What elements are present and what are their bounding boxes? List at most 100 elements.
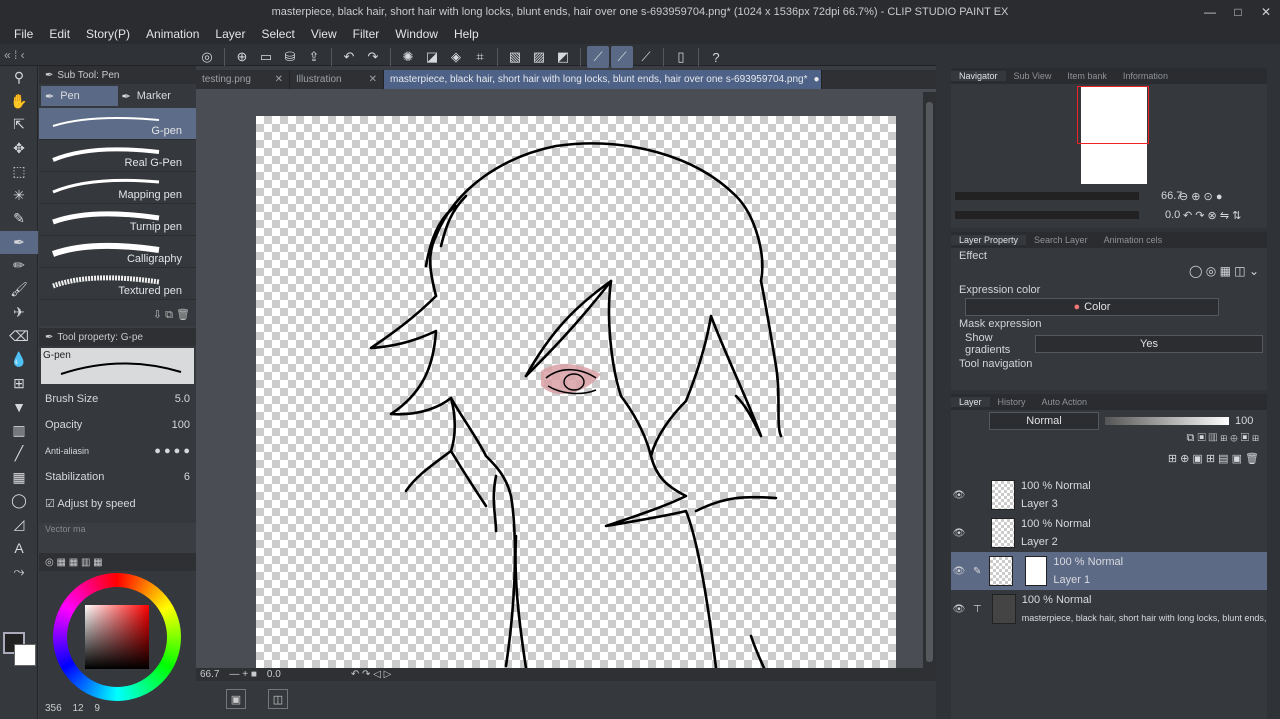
canvas[interactable] (256, 116, 896, 668)
eyedropper-icon[interactable]: ✎ (0, 207, 38, 231)
hue-ring[interactable] (53, 573, 181, 701)
tab-navigator[interactable]: Navigator (951, 71, 1006, 81)
frame-icon[interactable]: ▦ (0, 466, 38, 490)
pen-item-textured-pen[interactable]: Textured pen (39, 268, 196, 300)
layer-tool-row[interactable]: ⧉ ▣ ▥ ⊞ ⊕ ▣ ⊞ (951, 432, 1267, 452)
help-icon[interactable]: ? (705, 46, 727, 68)
reference-icon[interactable]: ◫ (268, 689, 288, 709)
companion-icon[interactable]: ▯ (670, 46, 692, 68)
rotation-slider[interactable] (955, 211, 1139, 219)
eye-icon[interactable]: 👁 (951, 566, 967, 577)
fill-bucket-icon[interactable]: ▼ (0, 395, 38, 419)
save-icon[interactable]: ⛁ (279, 46, 301, 68)
minimize-button[interactable]: — (1196, 0, 1224, 24)
stabilization-row[interactable]: Stabilization 6 (39, 464, 196, 490)
auto-select-icon[interactable]: ✳ (0, 184, 38, 208)
tab-item-bank[interactable]: Item bank (1059, 71, 1115, 81)
pencil-icon[interactable]: ✏ (0, 254, 38, 278)
menu-help[interactable]: Help (446, 27, 487, 41)
close-button[interactable]: ✕ (1252, 0, 1280, 24)
snap-special-ruler-icon[interactable]: ⟋ (611, 46, 633, 68)
doc-tab-masterpiece[interactable]: masterpiece, black hair, short hair with… (384, 70, 822, 89)
expression-color-dropdown[interactable]: ● Color (965, 298, 1219, 316)
layer-row[interactable]: 👁 100 % Normal Layer 3 (951, 476, 1267, 514)
menu-select[interactable]: Select (253, 27, 302, 41)
layer-opacity-slider[interactable] (1105, 417, 1229, 425)
sub-color-swatch[interactable] (14, 644, 36, 666)
snap-ruler-icon[interactable]: ⟋ (587, 46, 609, 68)
rotation-controls[interactable]: ↶ ↷ ◁ ▷ (351, 669, 391, 680)
zoom-value[interactable]: 66.7 (200, 669, 219, 680)
hand-icon[interactable]: ✋ (0, 90, 38, 114)
eraser-icon[interactable]: ⌫ (0, 325, 38, 349)
opacity-value[interactable]: 100 (172, 419, 190, 431)
stabilization-value[interactable]: 6 (184, 471, 190, 483)
tab-search-layer[interactable]: Search Layer (1026, 235, 1096, 245)
transform-icon[interactable]: ◈ (445, 46, 467, 68)
viewport-frame[interactable] (1077, 86, 1149, 144)
adjust-speed-row[interactable]: ☑ Adjust by speed (39, 490, 196, 516)
navigator-preview[interactable] (1077, 86, 1149, 184)
menu-story[interactable]: Story(P) (78, 27, 138, 41)
subtool-tab-marker[interactable]: ✒ Marker (118, 86, 195, 106)
pen-item-real-gpen[interactable]: Real G-Pen (39, 140, 196, 172)
menu-filter[interactable]: Filter (345, 27, 388, 41)
pen-item-mapping-pen[interactable]: Mapping pen (39, 172, 196, 204)
tab-information[interactable]: Information (1115, 71, 1176, 81)
brush-size-row[interactable]: Brush Size 5.0 (39, 386, 196, 412)
effect-buttons[interactable]: ◯ ◎ ▦ ◫ ⌄ (1189, 264, 1259, 278)
deselect-icon[interactable]: ▨ (528, 46, 550, 68)
checkbox-icon[interactable]: ☑ (45, 498, 55, 510)
zoom-buttons[interactable]: ⊖ ⊕ ⊙ ● (1179, 190, 1222, 203)
balloon-icon[interactable]: ◯ (0, 489, 38, 513)
select-all-icon[interactable]: ▧ (504, 46, 526, 68)
blend-icon[interactable]: 💧 (0, 348, 38, 372)
fill-icon[interactable]: ◪ (421, 46, 443, 68)
show-gradients-dropdown[interactable]: Yes (1035, 335, 1263, 353)
figure-icon[interactable]: ╱ (0, 442, 38, 466)
pen-item-calligraphy[interactable]: Calligraphy (39, 236, 196, 268)
layer-opacity-value[interactable]: 100 (1235, 415, 1253, 427)
color-wheel-tab-icon[interactable]: ◎ ▦ ▦ ▥ ▦ (45, 557, 103, 568)
layer-row[interactable]: 👁 ✎ 100 % Normal Layer 1 (951, 552, 1267, 590)
app-menu-icon[interactable]: ◎ (196, 46, 218, 68)
menu-file[interactable]: File (6, 27, 41, 41)
angle-value[interactable]: 0.0 (267, 669, 281, 680)
tab-layer[interactable]: Layer (951, 397, 990, 407)
antialias-options[interactable]: ● ● ● ● (154, 445, 190, 457)
snap-grid-icon[interactable]: ⟋ (635, 46, 657, 68)
pattern-icon[interactable]: ⊞ (0, 372, 38, 396)
clear-icon[interactable]: ✺ (397, 46, 419, 68)
eye-icon[interactable]: 👁 (951, 604, 967, 615)
tab-auto-action[interactable]: Auto Action (1034, 397, 1096, 407)
move-layer-icon[interactable]: ✥ (0, 137, 38, 161)
maximize-button[interactable]: □ (1224, 0, 1252, 24)
layer-mask-thumbnail[interactable] (1025, 556, 1048, 586)
layer-action-row[interactable]: ⊞ ⊕ ▣ ⊞ ▤ ▣ 🗑 (951, 452, 1267, 472)
airbrush-icon[interactable]: ✈ (0, 301, 38, 325)
new-file-icon[interactable]: ⊕ (231, 46, 253, 68)
opacity-row[interactable]: Opacity 100 (39, 412, 196, 438)
vertical-scrollbar[interactable] (923, 92, 936, 668)
pen-icon[interactable]: ✒ (0, 230, 38, 254)
operation-icon[interactable]: ⇱ (0, 113, 38, 137)
vector-row[interactable]: Vector ma (39, 516, 196, 542)
zoom-icon[interactable]: ⚲ (0, 66, 38, 90)
close-tab-icon[interactable]: ✕ (369, 74, 377, 85)
collapse-left-icon[interactable]: « ⁞ ‹ (4, 48, 25, 62)
zoom-slider[interactable] (955, 192, 1139, 200)
zoom-controls[interactable]: — + ■ (229, 669, 256, 680)
layer-row[interactable]: 👁 ⊤ 100 % Normal masterpiece, black hair,… (951, 590, 1267, 628)
selection-icon[interactable]: ⬚ (0, 160, 38, 184)
menu-edit[interactable]: Edit (41, 27, 78, 41)
tab-animation-cels[interactable]: Animation cels (1096, 235, 1171, 245)
invert-selection-icon[interactable]: ◩ (552, 46, 574, 68)
menu-window[interactable]: Window (387, 27, 446, 41)
crop-icon[interactable]: ⌗ (469, 46, 491, 68)
open-file-icon[interactable]: ▭ (255, 46, 277, 68)
undo-icon[interactable]: ↶ (338, 46, 360, 68)
rotation-buttons[interactable]: ↶ ↷ ⊗ ⇋ ⇅ (1183, 209, 1241, 222)
layout-icon[interactable]: ▣ (226, 689, 246, 709)
close-tab-icon[interactable]: ✕ (275, 74, 283, 85)
correct-line-icon[interactable]: ⤳ (0, 560, 38, 584)
